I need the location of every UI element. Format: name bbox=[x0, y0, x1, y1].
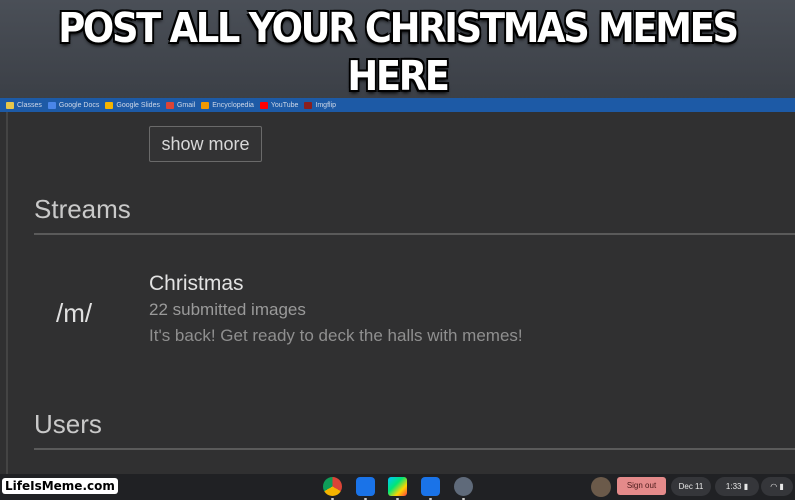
chrome-icon[interactable] bbox=[323, 477, 342, 500]
imgflip-icon bbox=[304, 101, 313, 109]
bookmark-gmail[interactable]: Gmail bbox=[165, 101, 196, 109]
divider bbox=[6, 112, 8, 474]
stream-description: It's back! Get ready to deck the halls w… bbox=[149, 326, 523, 345]
show-more-button[interactable]: show more bbox=[149, 126, 262, 162]
bookmark-label: Gmail bbox=[176, 101, 196, 109]
clock-time: 1:33 bbox=[725, 482, 742, 491]
slides-icon bbox=[105, 101, 114, 109]
bookmark-google-docs[interactable]: Google Docs bbox=[47, 101, 100, 109]
settings-app-icon[interactable] bbox=[454, 477, 473, 500]
bookmark-label: Imgflip bbox=[315, 101, 337, 109]
bookmark-label: Classes bbox=[17, 101, 42, 109]
bookmark-imgflip[interactable]: Imgflip bbox=[304, 101, 337, 109]
bookmarks-bar: Classes Google Docs Google Slides Gmail … bbox=[0, 98, 795, 112]
bookmark-label: Google Slides bbox=[116, 101, 160, 109]
streams-heading: Streams bbox=[34, 194, 131, 224]
meme-caption: POST ALL YOUR CHRISTMAS MEMES HERE bbox=[58, 4, 739, 100]
bookmark-label: Google Docs bbox=[58, 101, 100, 109]
bookmark-label: Encyclopedia bbox=[212, 101, 254, 109]
divider bbox=[34, 233, 795, 235]
gmail-icon bbox=[165, 101, 174, 109]
meme-caption-bar: POST ALL YOUR CHRISTMAS MEMES HERE bbox=[0, 0, 795, 100]
stream-image-count: 22 submitted images bbox=[149, 300, 306, 319]
divider bbox=[34, 448, 795, 450]
stream-name-link[interactable]: Christmas bbox=[149, 272, 244, 296]
encyclopedia-icon bbox=[201, 101, 210, 109]
bookmark-youtube[interactable]: YouTube bbox=[259, 101, 299, 109]
youtube-icon bbox=[259, 101, 268, 109]
docs-icon bbox=[47, 101, 56, 109]
status-tray[interactable]: ◠ ▮ bbox=[761, 477, 793, 496]
battery-icon: ▮ bbox=[743, 482, 749, 491]
files-icon[interactable] bbox=[356, 477, 375, 500]
bookmark-encyclopedia[interactable]: Encyclopedia bbox=[201, 101, 254, 109]
wifi-icon: ◠ bbox=[770, 482, 778, 491]
sign-out-button[interactable]: Sign out bbox=[617, 477, 666, 495]
bookmark-classes[interactable]: Classes bbox=[6, 101, 42, 109]
bookmark-google-slides[interactable]: Google Slides bbox=[105, 101, 160, 109]
bookmark-label: YouTube bbox=[270, 101, 299, 109]
play-store-icon[interactable] bbox=[388, 477, 407, 500]
battery-icon: ▮ bbox=[779, 482, 784, 491]
time-pill[interactable]: 1:33 ▮ bbox=[715, 477, 759, 496]
date-pill[interactable]: Dec 11 bbox=[671, 477, 711, 496]
page-content: show more Streams /m/ Christmas 22 submi… bbox=[0, 112, 795, 474]
avatar[interactable] bbox=[591, 477, 611, 497]
users-heading: Users bbox=[34, 409, 102, 439]
watermark: LifeIsMeme.com bbox=[2, 478, 118, 494]
camera-icon[interactable] bbox=[421, 477, 440, 500]
folder-icon bbox=[6, 101, 14, 109]
stream-icon[interactable]: /m/ bbox=[56, 298, 92, 329]
